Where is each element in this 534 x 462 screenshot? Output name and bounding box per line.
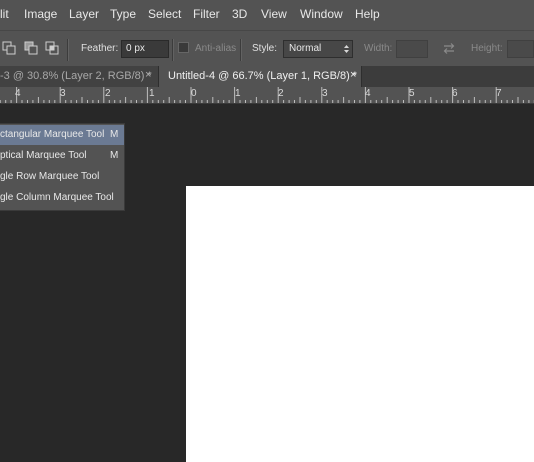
tab-document-3[interactable]: -3 @ 30.8% (Layer 2, RGB/8) * × [0, 66, 158, 87]
ruler-label: 2 [278, 88, 284, 99]
document-tabs-bar: -3 @ 30.8% (Layer 2, RGB/8) * × Untitled… [0, 66, 534, 87]
style-select[interactable]: Normal [283, 40, 353, 58]
ruler-label: 2 [105, 88, 111, 99]
antialias-checkbox[interactable] [178, 42, 189, 53]
antialias-label: Anti-alias [195, 43, 237, 54]
rectangular-marquee-tool-item[interactable]: ctangular Marquee Tool M [0, 125, 124, 145]
style-value: Normal [289, 43, 322, 54]
width-input[interactable] [396, 40, 428, 58]
close-icon[interactable]: × [145, 69, 151, 81]
menu-view[interactable]: View [261, 7, 287, 21]
menu-type[interactable]: Type [110, 7, 136, 21]
subtract-from-selection-icon[interactable] [24, 41, 38, 55]
menu-select[interactable]: Select [148, 7, 181, 21]
menu-window[interactable]: Window [300, 7, 343, 21]
menu-3d[interactable]: 3D [232, 7, 247, 21]
ruler-label: 3 [322, 88, 328, 99]
menu-layer[interactable]: Layer [69, 7, 99, 21]
menu-help[interactable]: Help [355, 7, 380, 21]
separator [172, 39, 174, 61]
ruler-label: 1 [235, 88, 241, 99]
tab-untitled-4[interactable]: Untitled-4 @ 66.7% (Layer 1, RGB/8) * × [158, 66, 362, 87]
menu-filter[interactable]: Filter [193, 7, 220, 21]
ruler-label: 0 [191, 88, 197, 99]
close-icon[interactable]: × [350, 69, 356, 81]
ruler-label: 1 [149, 88, 155, 99]
feather-input[interactable]: 0 px [121, 40, 169, 58]
separator [67, 39, 69, 61]
menu-image[interactable]: Image [24, 7, 57, 21]
tab-label: -3 @ 30.8% (Layer 2, RGB/8) * [0, 70, 152, 82]
dropdown-arrows-icon [344, 45, 349, 53]
height-input[interactable] [507, 40, 534, 58]
separator [240, 39, 242, 61]
tab-label: Untitled-4 @ 66.7% (Layer 1, RGB/8) * [168, 70, 358, 82]
options-bar: Feather: 0 px Anti-alias Style: Normal W… [0, 30, 534, 67]
menu-item-label: ctangular Marquee Tool [0, 129, 105, 140]
elliptical-marquee-tool-item[interactable]: ptical Marquee Tool M [0, 146, 124, 166]
width-label: Width: [364, 43, 393, 54]
single-row-marquee-tool-item[interactable]: gle Row Marquee Tool [0, 167, 124, 187]
ruler-label: 5 [409, 88, 415, 99]
add-to-selection-icon[interactable] [2, 41, 16, 55]
horizontal-ruler: 4 3 2 1 0 1 2 3 4 5 6 7 [0, 87, 534, 104]
ruler-label: 4 [15, 88, 21, 99]
ruler-label: 7 [496, 88, 502, 99]
feather-label: Feather: [81, 43, 119, 54]
single-column-marquee-tool-item[interactable]: gle Column Marquee Tool [0, 188, 124, 208]
menu-item-label: gle Column Marquee Tool [0, 192, 114, 203]
ruler-label: 6 [452, 88, 458, 99]
document-canvas[interactable] [186, 186, 534, 462]
menu-bar: lit Image Layer Type Select Filter 3D Vi… [0, 0, 534, 30]
swap-dimensions-icon[interactable] [442, 42, 456, 55]
menu-item-label: ptical Marquee Tool [0, 150, 87, 161]
intersect-selection-icon[interactable] [45, 41, 59, 55]
shortcut-key: M [110, 150, 119, 161]
ruler-label: 4 [365, 88, 371, 99]
marquee-tool-flyout: ctangular Marquee Tool M ptical Marquee … [0, 123, 125, 211]
style-label: Style: [252, 43, 278, 54]
feather-value: 0 px [126, 43, 145, 54]
height-label: Height: [471, 43, 503, 54]
shortcut-key: M [110, 129, 119, 140]
menu-item-label: gle Row Marquee Tool [0, 171, 100, 182]
menu-edit[interactable]: lit [0, 7, 9, 21]
ruler-label: 3 [60, 88, 66, 99]
